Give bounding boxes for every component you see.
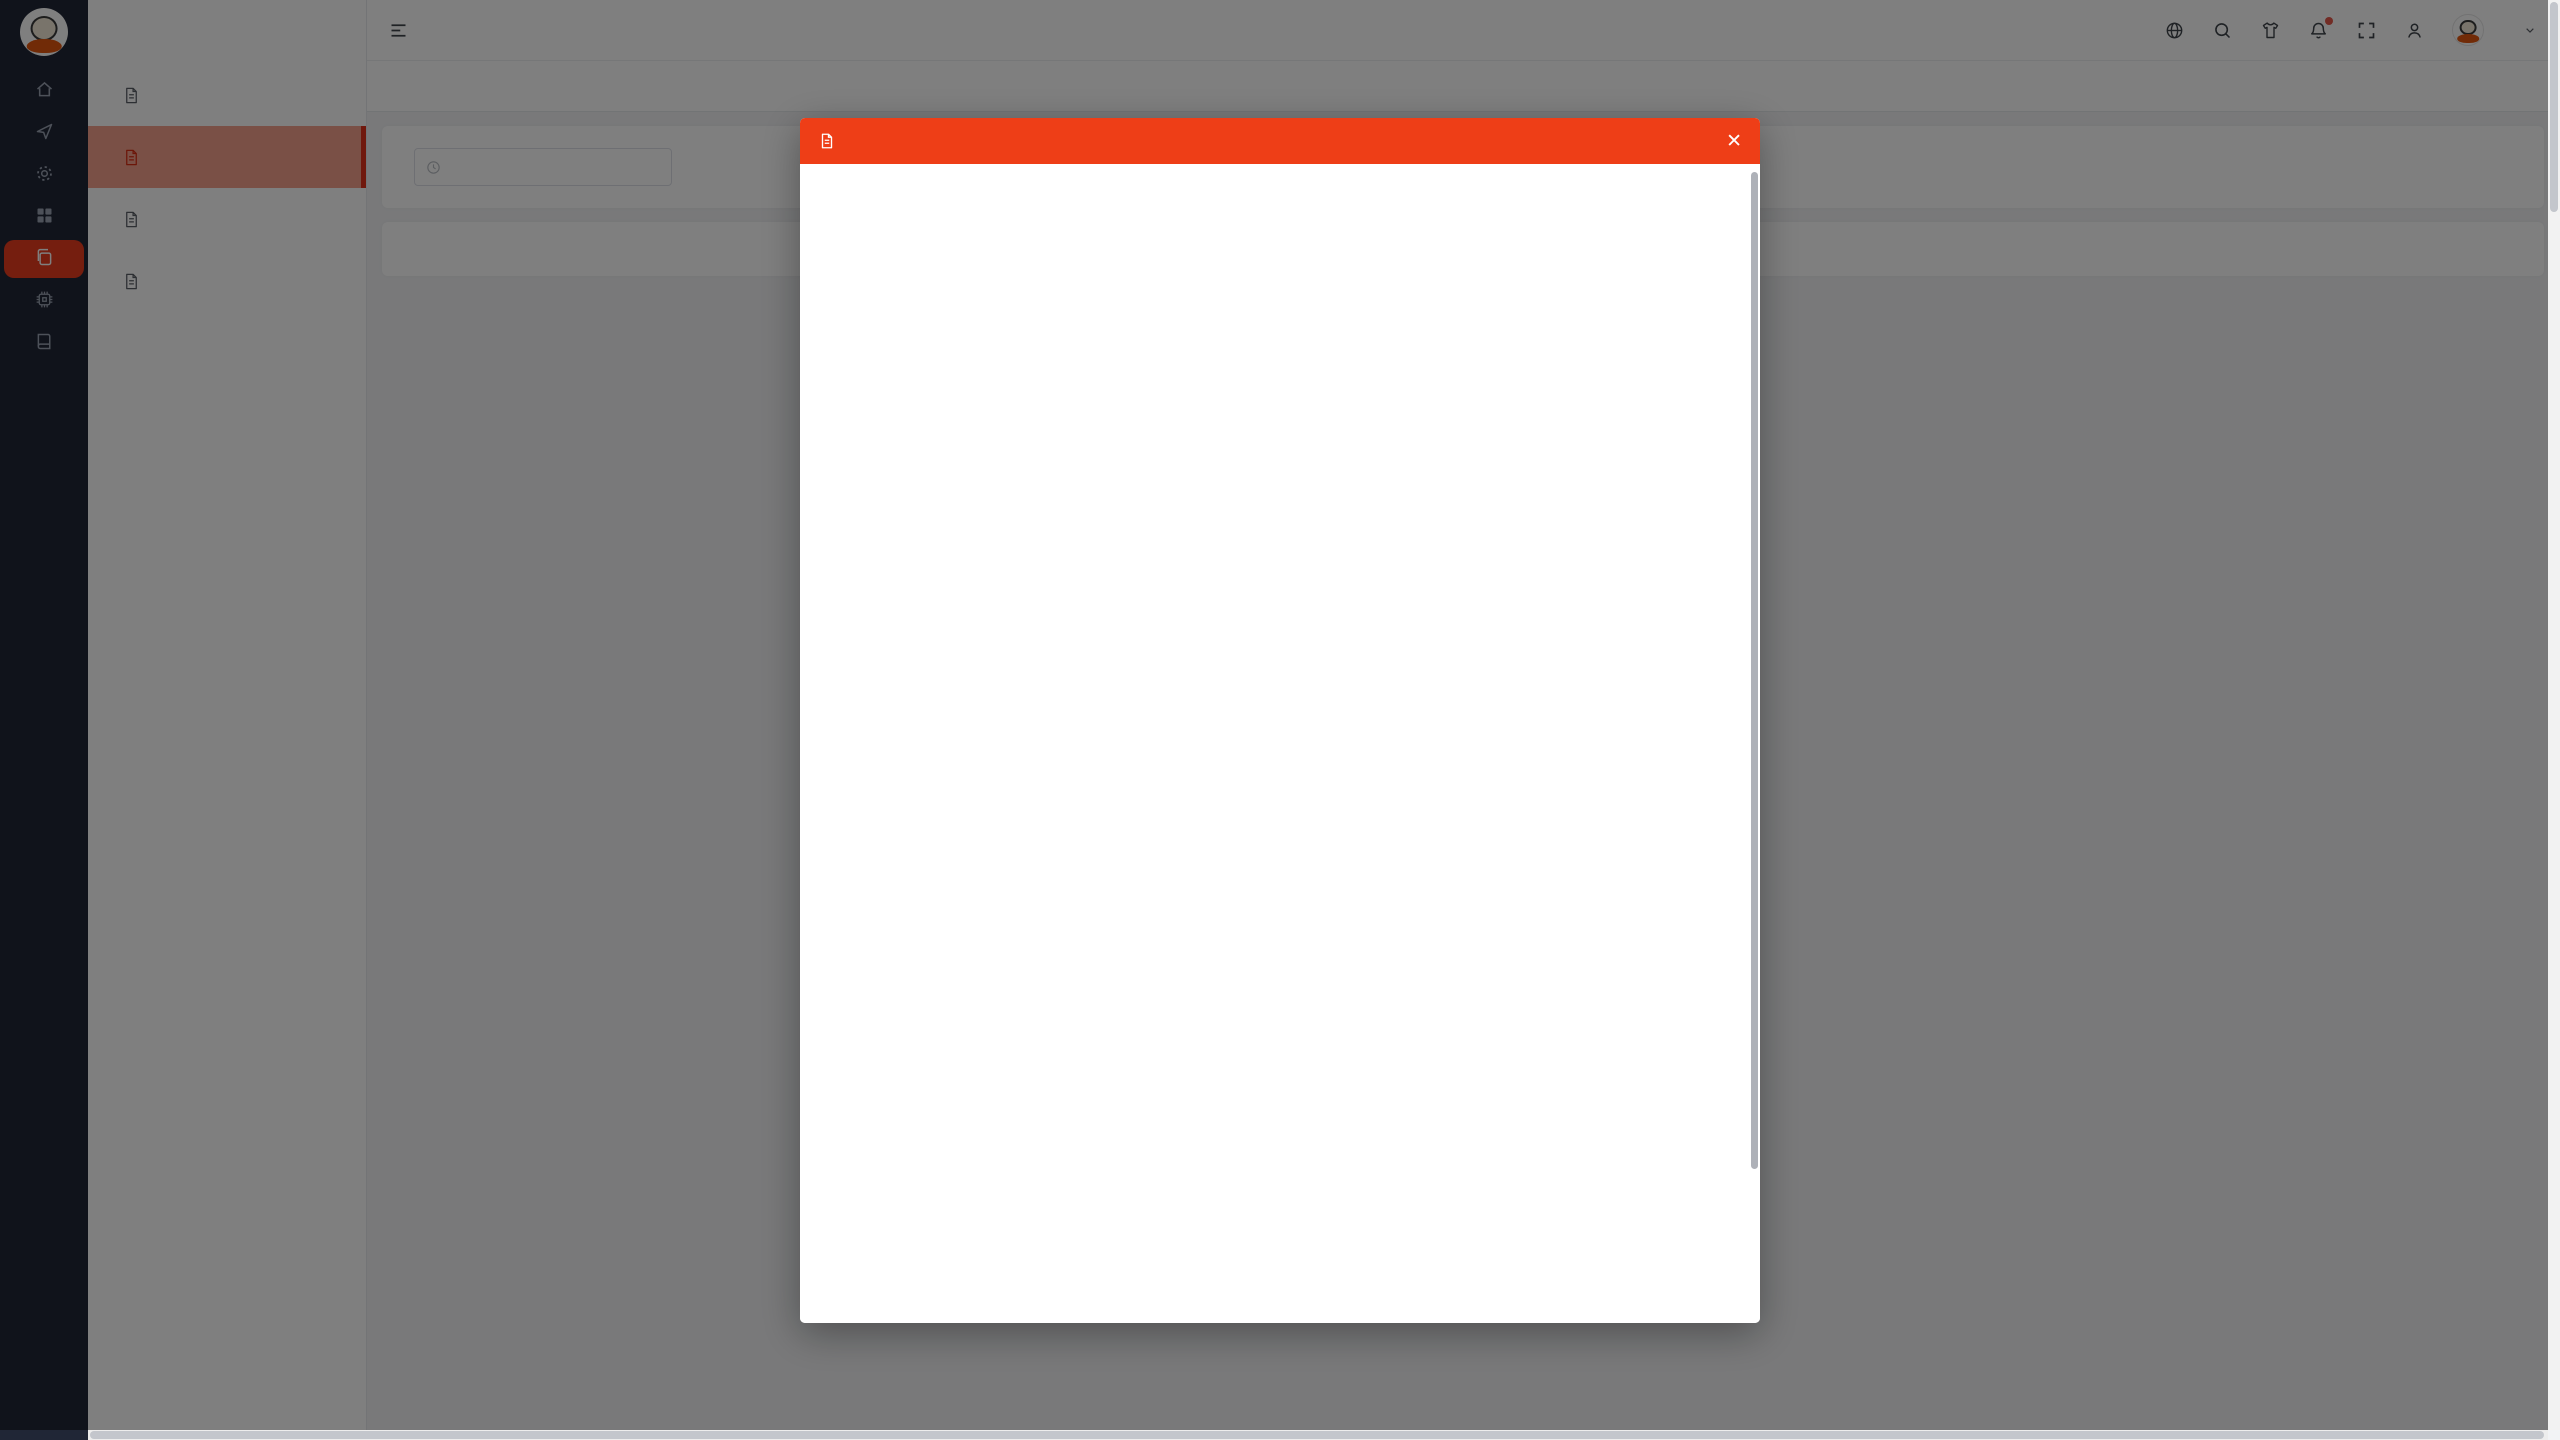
log-text	[800, 164, 1760, 177]
horizontal-scrollbar[interactable]	[88, 1430, 2548, 1440]
modal-header: ✕	[800, 118, 1760, 164]
close-icon[interactable]: ✕	[1726, 132, 1742, 151]
vertical-scrollbar[interactable]	[2548, 0, 2560, 1430]
log-detail-modal: ✕	[800, 118, 1760, 1323]
modal-body	[800, 164, 1760, 1323]
document-icon	[818, 132, 836, 150]
vertical-scrollbar-thumb[interactable]	[2550, 2, 2558, 212]
horizontal-scrollbar-thumb[interactable]	[90, 1431, 2544, 1439]
modal-scrollbar[interactable]	[1751, 172, 1758, 1169]
